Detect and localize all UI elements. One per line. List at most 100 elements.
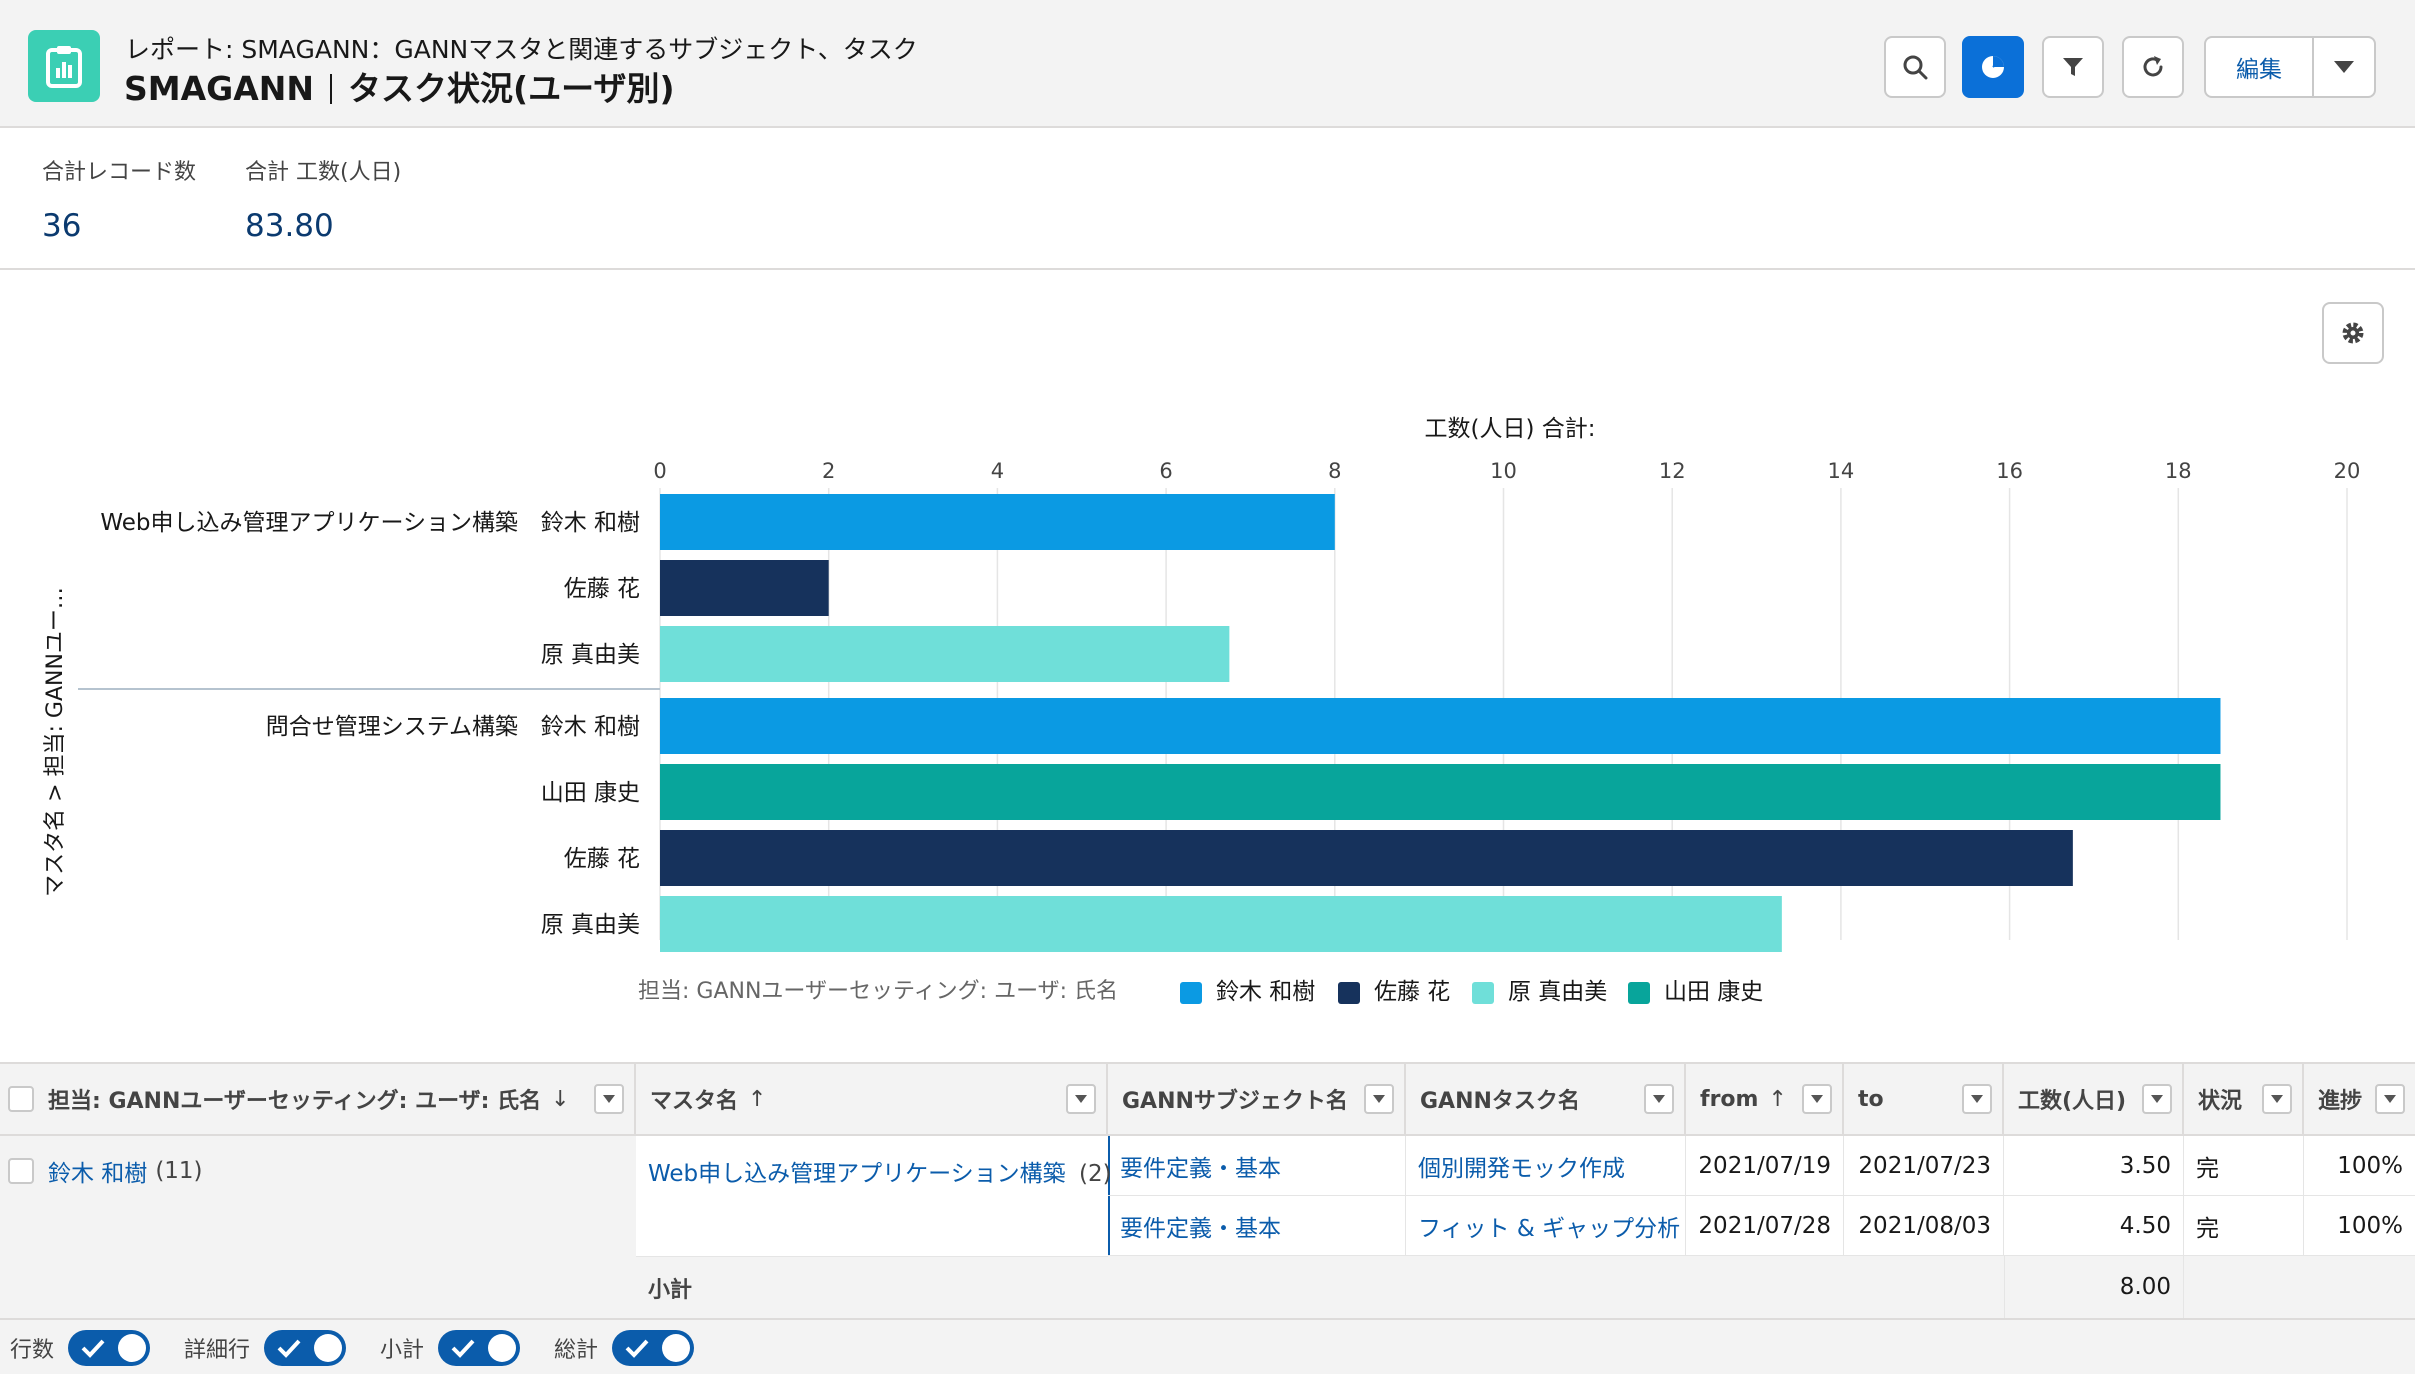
select-all-checkbox[interactable] [8, 1086, 34, 1112]
category-label: 原 真由美 [541, 642, 640, 668]
chevron-down-icon [603, 1095, 615, 1103]
column-menu-button[interactable] [594, 1084, 624, 1114]
progress-cell: 100% [2304, 1196, 2415, 1256]
sort-asc-icon: ↑ [1768, 1086, 1787, 1112]
report-icon [28, 30, 100, 102]
col-label: GANNサブジェクト名 [1122, 1089, 1348, 1114]
chevron-down-icon [2271, 1095, 2283, 1103]
edit-menu-button[interactable] [2314, 38, 2374, 96]
col-header-task[interactable]: GANNタスク名 [1406, 1062, 1686, 1136]
chart-settings-button[interactable] [2322, 302, 2384, 364]
col-label: 担当: GANNユーザーセッティング: ユーザ: 氏名 [48, 1089, 542, 1114]
check-icon [81, 1339, 105, 1358]
legend-label: 原 真由美 [1508, 979, 1607, 1005]
column-menu-button[interactable] [1644, 1084, 1674, 1114]
chevron-down-icon [2384, 1095, 2396, 1103]
chevron-down-icon [1373, 1095, 1385, 1103]
breadcrumb: レポート: SMAGANN：GANNマスタと関連するサブジェクト、タスク [125, 35, 918, 64]
total-effort-stat: 合計 工数(人日) 83.80 [245, 154, 401, 244]
bar [660, 896, 1782, 952]
col-header-to[interactable]: to [1844, 1062, 2004, 1136]
bar [660, 698, 2221, 754]
chevron-down-icon [1971, 1095, 1983, 1103]
col-label: 状況 [2198, 1089, 2243, 1114]
column-menu-button[interactable] [1962, 1084, 1992, 1114]
to-cell: 2021/07/23 [1844, 1136, 2004, 1196]
col-label: GANNタスク名 [1420, 1089, 1580, 1114]
toggle-subtotals: 小計 [380, 1330, 521, 1366]
row-count-toggle[interactable] [68, 1330, 151, 1366]
total-effort-label: 合計 工数(人日) [245, 160, 402, 185]
refresh-icon [2143, 56, 2163, 77]
col-header-progress[interactable]: 進捗 [2304, 1062, 2415, 1136]
legend-label: 山田 康史 [1664, 979, 1763, 1005]
check-icon [277, 1339, 301, 1358]
subtotal-row [1108, 1256, 2415, 1318]
edit-button[interactable]: 編集 [2206, 38, 2314, 96]
chart-icon [1982, 56, 2004, 78]
task-cell[interactable]: 個別開発モック作成 [1406, 1136, 1686, 1196]
master-link[interactable]: Web申し込み管理アプリケーション構築 [648, 1161, 1066, 1187]
bar [660, 626, 1230, 682]
legend-swatch [1628, 982, 1650, 1004]
grand-total-toggle[interactable] [612, 1330, 695, 1366]
chevron-down-icon [2334, 61, 2354, 73]
filter-icon [2063, 58, 2083, 76]
filter-button[interactable] [2042, 36, 2104, 98]
search-icon [1903, 55, 1928, 80]
refresh-button[interactable] [2122, 36, 2184, 98]
col-header-from[interactable]: from ↑ [1686, 1062, 1844, 1136]
search-button[interactable] [1884, 36, 1946, 98]
column-menu-button[interactable] [2262, 1084, 2292, 1114]
page-title-app: SMAGANN [124, 69, 315, 108]
total-effort-value: 83.80 [245, 208, 334, 244]
col-header-master[interactable]: マスタ名 ↑ [636, 1062, 1108, 1136]
detail-rows-toggle[interactable] [264, 1330, 347, 1366]
subject-cell[interactable]: 要件定義・基本 [1108, 1196, 1406, 1256]
chart-toggle-button[interactable] [1962, 36, 2024, 98]
subtotal-label: 小計 [636, 1256, 1108, 1318]
x-tick-label: 16 [1996, 459, 2023, 483]
x-tick-label: 20 [2334, 459, 2361, 483]
col-header-owner[interactable]: 担当: GANNユーザーセッティング: ユーザ: 氏名 ↓ [0, 1062, 636, 1136]
toggle-label: 総計 [554, 1338, 599, 1363]
toggle-knob [662, 1334, 691, 1362]
edit-button-group: 編集 [2204, 36, 2376, 98]
col-header-effort[interactable]: 工数(人日) [2004, 1062, 2184, 1136]
chevron-down-icon [1653, 1095, 1665, 1103]
legend-label: 鈴木 和樹 [1216, 979, 1315, 1005]
report-table: 担当: GANNユーザーセッティング: ユーザ: 氏名 ↓ マスタ名 ↑ GAN… [0, 1062, 2415, 1318]
chevron-down-icon [1075, 1095, 1087, 1103]
task-cell[interactable]: フィット & ギャップ分析 [1406, 1196, 1686, 1256]
legend-swatch [1338, 982, 1360, 1004]
report-header: レポート: SMAGANN：GANNマスタと関連するサブジェクト、タスク SMA… [0, 0, 2415, 128]
col-label: 進捗 [2318, 1089, 2363, 1114]
row-checkbox[interactable] [8, 1158, 34, 1184]
column-menu-button[interactable] [2375, 1084, 2405, 1114]
col-header-subject[interactable]: GANNサブジェクト名 [1108, 1062, 1406, 1136]
toggle-knob [118, 1334, 147, 1362]
col-header-status[interactable]: 状況 [2184, 1062, 2304, 1136]
effort-cell: 4.50 [2004, 1196, 2184, 1256]
column-menu-button[interactable] [1802, 1084, 1832, 1114]
from-cell: 2021/07/19 [1686, 1136, 1844, 1196]
progress-cell: 100% [2304, 1136, 2415, 1196]
master-count: (2) [1079, 1161, 1112, 1187]
bar [660, 560, 829, 616]
subtotal-effort: 8.00 [2004, 1256, 2184, 1318]
col-label: from [1700, 1086, 1759, 1112]
subtotals-toggle[interactable] [438, 1330, 521, 1366]
col-label: マスタ名 [650, 1089, 739, 1114]
toggle-label: 行数 [10, 1338, 55, 1363]
x-tick-label: 14 [1828, 459, 1855, 483]
subject-cell[interactable]: 要件定義・基本 [1108, 1136, 1406, 1196]
owner-link[interactable]: 鈴木 和樹 [48, 1154, 147, 1188]
from-cell: 2021/07/28 [1686, 1196, 1844, 1256]
x-tick-label: 6 [1159, 459, 1172, 483]
category-label: 原 真由美 [541, 912, 640, 938]
column-menu-button[interactable] [1066, 1084, 1096, 1114]
group-master-cell: Web申し込み管理アプリケーション構築 (2) 小計 [636, 1136, 1112, 1318]
legend-swatch [1180, 982, 1202, 1004]
column-menu-button[interactable] [1364, 1084, 1394, 1114]
column-menu-button[interactable] [2142, 1084, 2172, 1114]
